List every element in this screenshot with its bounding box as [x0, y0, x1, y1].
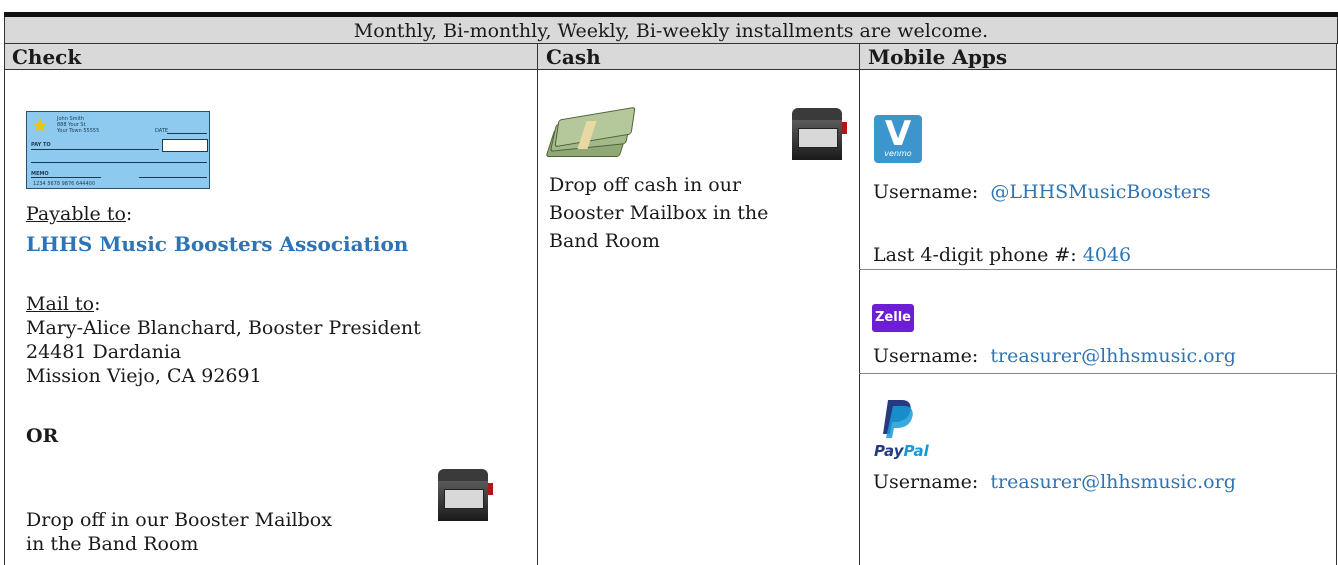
- paypal-p-icon: [883, 400, 913, 438]
- paypal-username-label: Username:: [873, 471, 979, 493]
- check-micr: 1234 5678 9876 644400: [33, 181, 96, 187]
- venmo-logo-icon: V venmo: [874, 115, 922, 163]
- star-icon: ★: [31, 113, 49, 137]
- mail-to: Mail to:: [26, 292, 100, 316]
- check-payto-line: [31, 149, 159, 150]
- mail-colon: :: [94, 293, 101, 315]
- border-left: [4, 44, 5, 565]
- check-payto-label: PAY TO: [31, 142, 51, 148]
- check-illustration: ★ John Smith 888 Your St Your Town 55555…: [26, 111, 210, 189]
- paypal-word-a: Pay: [874, 442, 904, 460]
- check-addr2: Your Town 55555: [57, 128, 100, 134]
- check-amount-line: [31, 162, 207, 163]
- zelle-username-value[interactable]: treasurer@lhhsmusic.org: [990, 345, 1235, 367]
- cash-line-2: Booster Mailbox in the: [549, 202, 769, 224]
- or-label: OR: [26, 425, 59, 447]
- header-cash: Cash: [538, 44, 859, 70]
- cash-line-3: Band Room: [549, 230, 660, 252]
- cash-line-1: Drop off cash in our: [549, 174, 742, 196]
- header-check: Check: [4, 44, 537, 70]
- mailbox-icon: [790, 108, 847, 160]
- installments-banner: Monthly, Bi-monthly, Weekly, Bi-weekly i…: [4, 17, 1338, 44]
- zelle-username: Username: treasurer@lhhsmusic.org: [873, 344, 1236, 368]
- venmo-phone-label: Last 4-digit phone #:: [873, 244, 1077, 266]
- cash-stack-icon: [545, 106, 636, 157]
- border-right: [1336, 44, 1337, 565]
- venmo-logo-word: venmo: [884, 149, 912, 158]
- paypal-username-value[interactable]: treasurer@lhhsmusic.org: [990, 471, 1235, 493]
- dropoff-line-2: in the Band Room: [26, 533, 199, 555]
- payable-colon: :: [125, 203, 133, 225]
- venmo-phone-value: 4046: [1082, 244, 1132, 266]
- check-signature-line: [139, 177, 207, 178]
- paypal-username: Username: treasurer@lhhsmusic.org: [873, 470, 1236, 494]
- venmo-username-value[interactable]: @LHHSMusicBoosters: [990, 181, 1210, 203]
- dropoff-line-1: Drop off in our Booster Mailbox: [26, 509, 332, 531]
- address-line-1: Mary-Alice Blanchard, Booster President: [26, 317, 421, 339]
- paypal-logo-icon: PayPal: [874, 398, 938, 460]
- payable-to: Payable to:: [26, 202, 132, 226]
- zelle-username-label: Username:: [873, 345, 979, 367]
- venmo-username: Username: @LHHSMusicBoosters: [873, 180, 1211, 204]
- venmo-logo-letter: V: [884, 114, 912, 154]
- venmo-username-label: Username:: [873, 181, 979, 203]
- mail-label: Mail to: [26, 293, 95, 315]
- paypal-wordmark: PayPal: [874, 442, 929, 460]
- check-date-line: [167, 133, 207, 134]
- header-mobile-apps: Mobile Apps: [860, 44, 1336, 70]
- zelle-logo-icon: Zelle: [872, 304, 914, 332]
- venmo-phone: Last 4-digit phone #: 4046: [873, 243, 1131, 267]
- mailbox-icon: [436, 469, 493, 521]
- address-line-2: 24481 Dardania: [26, 341, 182, 363]
- divider-zelle-paypal: [859, 373, 1337, 374]
- address-line-3: Mission Viejo, CA 92691: [26, 365, 262, 387]
- divider-venmo-zelle: [859, 269, 1337, 270]
- divider-cash-mobile: [859, 44, 860, 565]
- payee-name: LHHS Music Boosters Association: [26, 232, 409, 256]
- check-amount-box: [162, 139, 208, 152]
- divider-check-cash: [537, 44, 538, 565]
- payable-label: Payable to: [26, 203, 126, 225]
- paypal-word-b: Pal: [903, 442, 929, 460]
- check-memo-line: [31, 177, 101, 178]
- payment-options-table: Monthly, Bi-monthly, Weekly, Bi-weekly i…: [0, 0, 1338, 565]
